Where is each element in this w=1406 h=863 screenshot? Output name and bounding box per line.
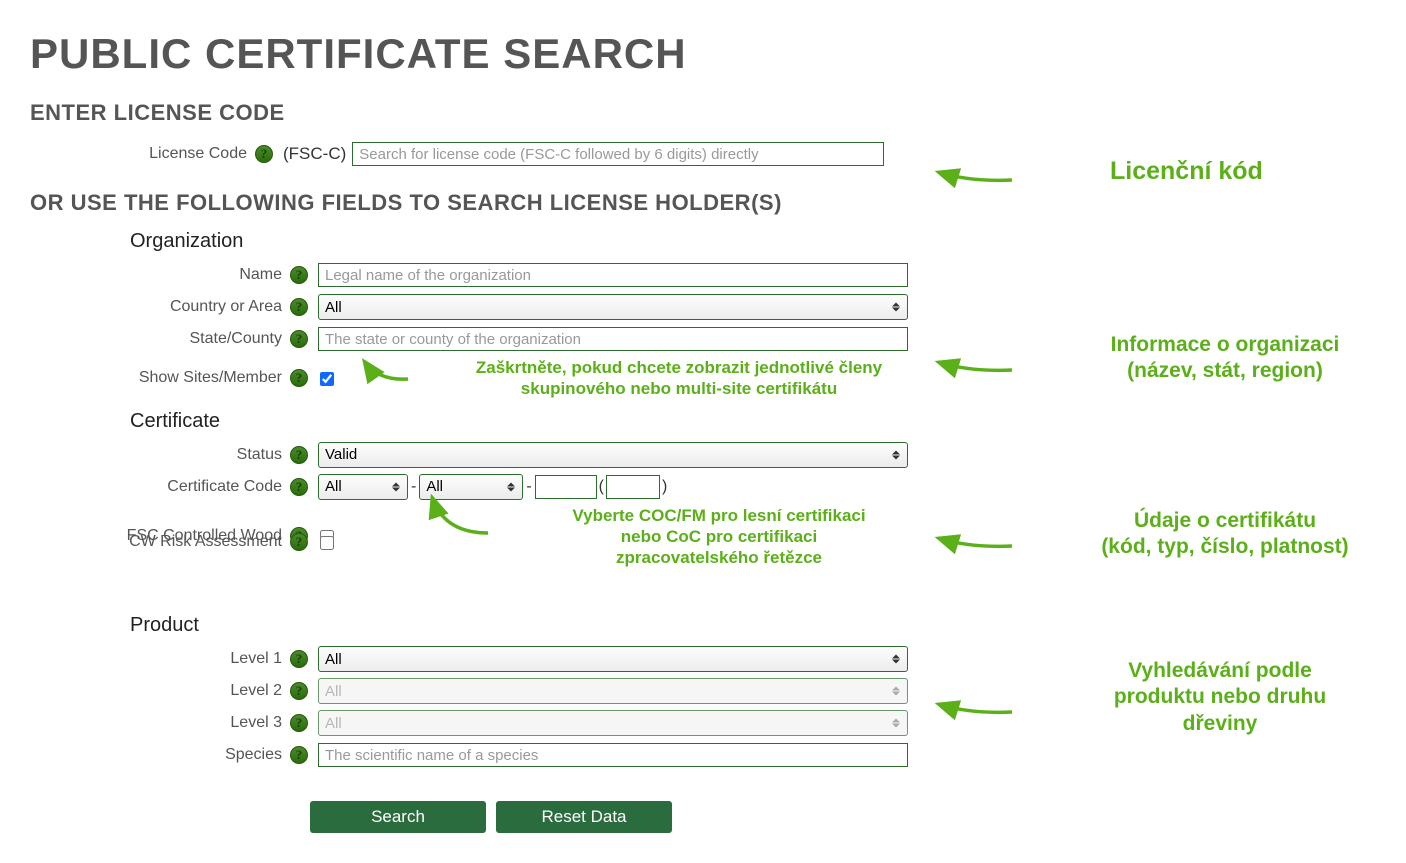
cw-risk-label: CW Risk Assessment — [30, 533, 290, 551]
arrow-icon — [930, 524, 1020, 554]
section-or-use: OR USE THE FOLLOWING FIELDS TO SEARCH LI… — [30, 190, 930, 216]
name-input[interactable] — [318, 263, 908, 287]
subheading-organization: Organization — [130, 230, 930, 253]
help-icon[interactable]: ? — [290, 650, 308, 668]
name-label: Name — [30, 266, 290, 284]
help-icon[interactable]: ? — [290, 746, 308, 764]
help-icon[interactable]: ? — [290, 682, 308, 700]
license-prefix: (FSC-C) — [283, 144, 346, 164]
annotation-org: Informace o organizaci(název, stát, regi… — [1065, 332, 1385, 385]
help-icon[interactable]: ? — [290, 446, 308, 464]
cert-code-select-1[interactable]: All — [318, 474, 408, 500]
dash: - — [526, 478, 531, 496]
annotation-coc: Vyberte COC/FM pro lesní certifikaci neb… — [508, 505, 930, 569]
search-button[interactable]: Search — [310, 801, 486, 833]
subheading-product: Product — [130, 614, 930, 637]
row-name: Name ? — [30, 261, 930, 289]
help-icon[interactable]: ? — [255, 145, 273, 163]
cert-number-input[interactable] — [535, 475, 597, 499]
species-label: Species — [30, 746, 290, 764]
help-icon[interactable]: ? — [290, 714, 308, 732]
level2-label: Level 2 — [30, 682, 290, 700]
row-country: Country or Area ? All — [30, 293, 930, 321]
country-label: Country or Area — [30, 298, 290, 316]
arrow-icon — [930, 348, 1020, 378]
reset-button[interactable]: Reset Data — [496, 801, 672, 833]
arrow-icon — [930, 158, 1020, 188]
cert-code-label: Certificate Code — [30, 478, 290, 496]
status-select[interactable]: Valid — [318, 442, 908, 468]
country-select[interactable]: All — [318, 294, 908, 320]
arrow-icon — [424, 491, 500, 541]
help-icon[interactable]: ? — [290, 266, 308, 284]
state-input[interactable] — [318, 327, 908, 351]
dash: - — [411, 478, 416, 496]
section-enter-license: ENTER LICENSE CODE — [30, 100, 930, 126]
license-code-input[interactable] — [352, 142, 884, 166]
annotation-cert: Údaje o certifikátu(kód, typ, číslo, pla… — [1065, 508, 1385, 561]
state-label: State/County — [30, 330, 290, 348]
row-level-2: Level 2 ? All — [30, 677, 930, 705]
help-icon[interactable]: ? — [290, 330, 308, 348]
subheading-certificate: Certificate — [130, 410, 930, 433]
annotation-sites: Zaškrtněte, pokud chcete zobrazit jednot… — [428, 357, 930, 400]
show-sites-label: Show Sites/Member — [30, 369, 290, 387]
row-status: Status ? Valid — [30, 441, 930, 469]
help-icon[interactable]: ? — [290, 298, 308, 316]
cw-risk-checkbox[interactable] — [320, 536, 334, 550]
row-show-sites: Show Sites/Member ? Zaškrtněte, pokud ch… — [30, 357, 930, 400]
paren-close: ) — [662, 478, 667, 496]
status-label: Status — [30, 446, 290, 464]
cert-sub-input[interactable] — [606, 475, 660, 499]
level1-select[interactable]: All — [318, 646, 908, 672]
row-state: State/County ? — [30, 325, 930, 353]
help-icon[interactable]: ? — [290, 533, 308, 551]
page-title: PUBLIC CERTIFICATE SEARCH — [30, 30, 930, 78]
help-icon[interactable]: ? — [290, 478, 308, 496]
level2-select: All — [318, 678, 908, 704]
row-level-1: Level 1 ? All — [30, 645, 930, 673]
arrow-icon — [358, 353, 418, 389]
level1-label: Level 1 — [30, 650, 290, 668]
species-input[interactable] — [318, 743, 908, 767]
row-level-3: Level 3 ? All — [30, 709, 930, 737]
show-sites-checkbox[interactable] — [320, 372, 334, 386]
paren-open: ( — [599, 478, 604, 496]
help-icon[interactable]: ? — [290, 369, 308, 387]
row-species: Species ? — [30, 741, 930, 769]
license-code-label: License Code — [30, 145, 255, 163]
row-license-code: License Code ? (FSC-C) — [30, 140, 930, 168]
level3-label: Level 3 — [30, 714, 290, 732]
level3-select: All — [318, 710, 908, 736]
arrow-icon — [930, 690, 1020, 720]
annotation-product: Vyhledávání podleproduktu nebo druhudřev… — [1080, 658, 1360, 737]
annotation-license: Licenční kód — [1110, 156, 1263, 187]
